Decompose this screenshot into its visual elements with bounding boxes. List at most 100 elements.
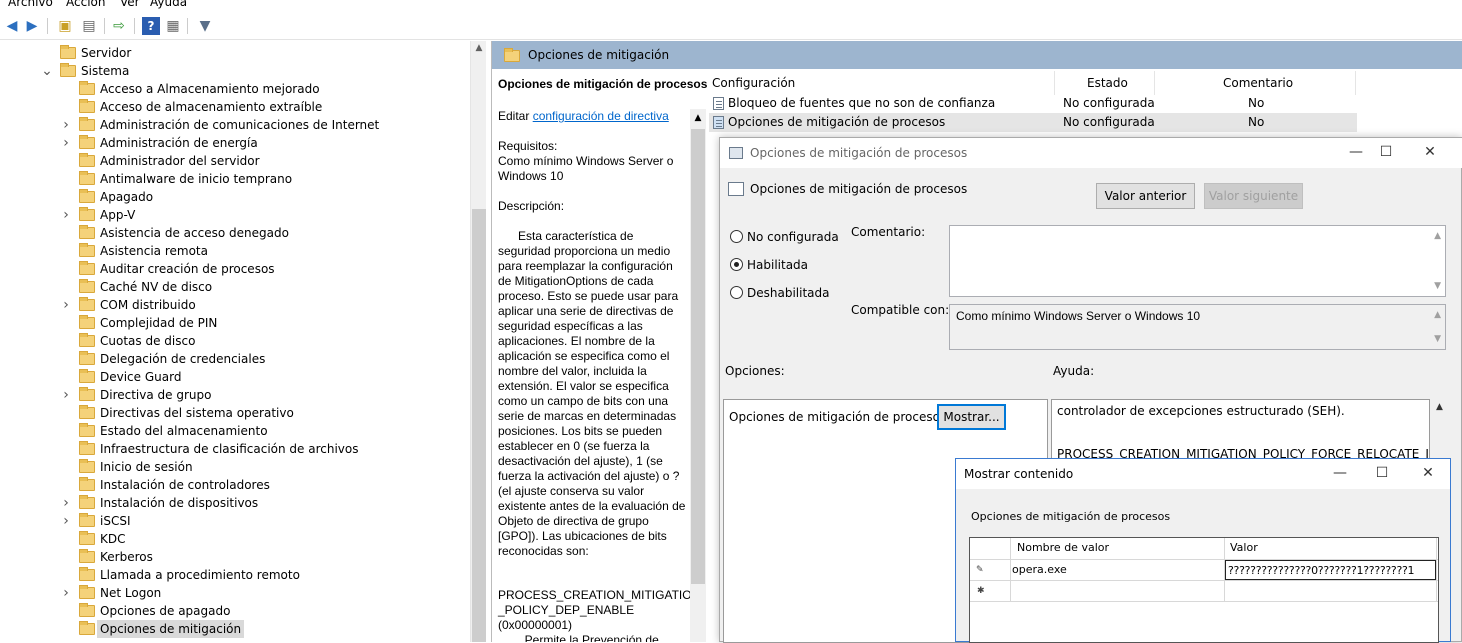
menu-accion[interactable]: Acción: [66, 0, 105, 9]
filter-icon[interactable]: ▼: [196, 17, 214, 35]
tree-item[interactable]: Administrador del servidor: [0, 152, 470, 170]
folder-icon: [79, 297, 95, 311]
menu-archivo[interactable]: Archivo: [8, 0, 53, 9]
up-folder-icon[interactable]: ▣: [56, 17, 74, 35]
tree-item[interactable]: › iSCSI: [0, 512, 470, 530]
collapse-chevron-icon[interactable]: ⌄: [41, 62, 53, 80]
radio-not-configured[interactable]: [730, 230, 743, 243]
show-button[interactable]: Mostrar...: [937, 404, 1006, 430]
expand-chevron-icon[interactable]: ›: [60, 206, 72, 224]
description-scrollbar[interactable]: ▲: [690, 109, 706, 642]
edit-policy-link[interactable]: configuración de directiva: [533, 109, 669, 123]
compatible-value: Como mínimo Windows Server o Windows 10: [956, 309, 1201, 323]
radio-not-configured-label[interactable]: No configurada: [747, 230, 839, 244]
tree-item[interactable]: › COM distribuido: [0, 296, 470, 314]
folder-icon: [79, 603, 95, 617]
expand-chevron-icon[interactable]: ›: [60, 584, 72, 602]
scroll-up-icon[interactable]: ▲: [471, 43, 487, 53]
back-arrow-icon[interactable]: ◀: [3, 17, 21, 35]
export-list-icon[interactable]: ⇨: [110, 17, 128, 35]
column-value-name[interactable]: Nombre de valor: [1017, 538, 1109, 558]
scroll-up-icon[interactable]: ▲: [690, 113, 706, 123]
tree-item[interactable]: Opciones de apagado: [0, 602, 470, 620]
tree-item[interactable]: Device Guard: [0, 368, 470, 386]
help-label: Ayuda:: [1053, 364, 1095, 378]
tree-item[interactable]: Kerberos: [0, 548, 470, 566]
tree-item[interactable]: Infraestructura de clasificación de arch…: [0, 440, 470, 458]
tree-item[interactable]: Apagado: [0, 188, 470, 206]
list-row-selected[interactable]: Opciones de mitigación de procesos No co…: [709, 113, 1357, 132]
tree-item[interactable]: Complejidad de PIN: [0, 314, 470, 332]
previous-setting-button[interactable]: Valor anterior: [1096, 183, 1195, 209]
tree-item[interactable]: › Administración de energía: [0, 134, 470, 152]
minimize-icon[interactable]: —: [1330, 465, 1350, 481]
expand-chevron-icon[interactable]: ›: [60, 134, 72, 152]
forward-arrow-icon[interactable]: ▶: [23, 17, 41, 35]
tree-item-label: Inicio de sesión: [100, 460, 193, 474]
tree-item[interactable]: › Administración de comunicaciones de Int…: [0, 116, 470, 134]
scroll-thumb[interactable]: [691, 129, 705, 584]
scroll-up-icon[interactable]: ▲: [1434, 231, 1441, 241]
expand-chevron-icon[interactable]: ›: [60, 494, 72, 512]
tree-item[interactable]: Antimalware de inicio temprano: [0, 170, 470, 188]
close-icon[interactable]: ✕: [1418, 465, 1438, 481]
options-label: Opciones:: [725, 364, 785, 378]
radio-disabled-label[interactable]: Deshabilitada: [747, 286, 829, 300]
tree-item[interactable]: Acceso a Almacenamiento mejorado: [0, 80, 470, 98]
tree-item[interactable]: Inicio de sesión: [0, 458, 470, 476]
tree-item[interactable]: Estado del almacenamiento: [0, 422, 470, 440]
row-name: Bloqueo de fuentes que no son de confian…: [728, 96, 996, 110]
column-comentario[interactable]: Comentario: [1223, 76, 1293, 90]
tree-item[interactable]: › App-V: [0, 206, 470, 224]
column-configuracion[interactable]: Configuración: [712, 76, 795, 90]
tree-item[interactable]: Caché NV de disco: [0, 278, 470, 296]
tree-item[interactable]: Llamada a procedimiento remoto: [0, 566, 470, 584]
tree-item[interactable]: Cuotas de disco: [0, 332, 470, 350]
menu-ver[interactable]: Ver: [120, 0, 140, 9]
radio-enabled-label[interactable]: Habilitada: [747, 258, 808, 272]
scroll-down-icon[interactable]: ▼: [1434, 281, 1441, 291]
tree-item[interactable]: › Directiva de grupo: [0, 386, 470, 404]
show-hide-tree-icon[interactable]: ▤: [80, 17, 98, 35]
expand-chevron-icon[interactable]: ›: [60, 386, 72, 404]
tree-item[interactable]: Servidor: [0, 44, 470, 62]
tree-item[interactable]: Directivas del sistema operativo: [0, 404, 470, 422]
tree-item-label: Infraestructura de clasificación de arch…: [100, 442, 359, 456]
list-row[interactable]: Bloqueo de fuentes que no son de confian…: [709, 94, 1357, 113]
expand-chevron-icon[interactable]: ›: [60, 116, 72, 134]
help-scroll-up-icon[interactable]: ▲: [1436, 402, 1443, 412]
tree-item[interactable]: KDC: [0, 530, 470, 548]
tree-item[interactable]: Auditar creación de procesos: [0, 260, 470, 278]
maximize-icon[interactable]: ☐: [1376, 144, 1396, 160]
radio-disabled[interactable]: [730, 286, 743, 299]
close-icon[interactable]: ✕: [1420, 144, 1440, 160]
maximize-icon[interactable]: ☐: [1372, 465, 1392, 481]
requirements-label: Requisitos:: [498, 139, 558, 153]
next-setting-button[interactable]: Valor siguiente: [1204, 183, 1303, 209]
scroll-thumb[interactable]: [472, 209, 486, 642]
row1-name-cell[interactable]: opera.exe: [1012, 560, 1067, 580]
tree-item[interactable]: ⌄ Sistema: [0, 62, 470, 80]
menu-ayuda[interactable]: Ayuda: [150, 0, 187, 9]
tree-item-label: Device Guard: [100, 370, 182, 384]
tree-item[interactable]: Delegación de credenciales: [0, 350, 470, 368]
tree-item-selected[interactable]: Opciones de mitigación: [0, 620, 470, 638]
column-estado[interactable]: Estado: [1087, 76, 1128, 90]
tree-scrollbar[interactable]: ▲: [470, 41, 486, 642]
column-value[interactable]: Valor: [1230, 538, 1258, 558]
tree-item[interactable]: › Net Logon: [0, 584, 470, 602]
tree-item-label: Opciones de mitigación: [97, 620, 245, 638]
tree-item[interactable]: Asistencia de acceso denegado: [0, 224, 470, 242]
help-icon[interactable]: ?: [142, 17, 160, 35]
expand-chevron-icon[interactable]: ›: [60, 512, 72, 530]
tree-item[interactable]: Acceso de almacenamiento extraíble: [0, 98, 470, 116]
tree-item[interactable]: › Instalación de dispositivos: [0, 494, 470, 512]
comment-field[interactable]: ▲ ▼: [949, 225, 1446, 297]
radio-enabled[interactable]: [730, 258, 743, 271]
minimize-icon[interactable]: —: [1346, 144, 1366, 160]
expand-chevron-icon[interactable]: ›: [60, 296, 72, 314]
properties-icon[interactable]: ▦: [164, 17, 182, 35]
row1-value-editor[interactable]: ???????????????0???????1????????1: [1225, 560, 1436, 580]
tree-item[interactable]: Asistencia remota: [0, 242, 470, 260]
tree-item[interactable]: Instalación de controladores: [0, 476, 470, 494]
